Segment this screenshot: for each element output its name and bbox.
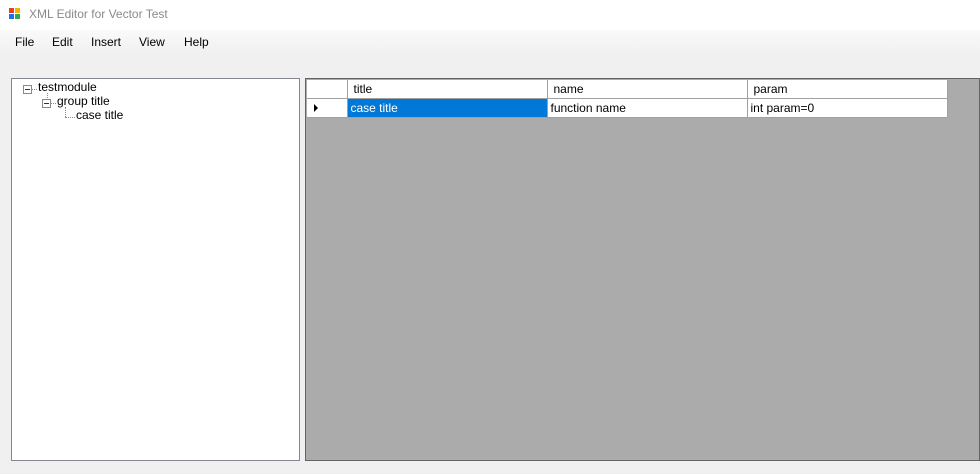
menu-bar: File Edit Insert View Help [0, 30, 980, 54]
cell-name[interactable]: function name [547, 98, 748, 118]
current-row-arrow-icon [314, 104, 318, 112]
cell-title[interactable]: case title [347, 98, 548, 118]
tree-node-testmodule[interactable]: testmodule [38, 80, 97, 94]
title-bar: XML Editor for Vector Test [0, 0, 980, 30]
menu-insert[interactable]: Insert [89, 34, 123, 50]
app-window: XML Editor for Vector Test File Edit Ins… [0, 0, 980, 474]
menu-help[interactable]: Help [182, 34, 211, 50]
row-header[interactable] [307, 98, 348, 118]
column-header-param[interactable]: param [747, 80, 948, 99]
column-header-name[interactable]: name [547, 80, 748, 99]
cell-param[interactable]: int param=0 [747, 98, 948, 118]
data-grid[interactable]: title name param case title function nam… [305, 78, 980, 461]
menu-view[interactable]: View [137, 34, 167, 50]
grid-corner-header[interactable] [307, 80, 348, 99]
grid-table: title name param case title function nam… [307, 80, 948, 118]
collapse-root-icon[interactable] [23, 85, 32, 94]
tree-view[interactable]: testmodule group title case title [11, 78, 300, 461]
column-header-title[interactable]: title [347, 80, 548, 99]
menu-file[interactable]: File [13, 34, 36, 50]
collapse-group-icon[interactable] [42, 99, 51, 108]
menu-edit[interactable]: Edit [50, 34, 75, 50]
app-icon [9, 8, 21, 20]
tree-node-case-title[interactable]: case title [76, 108, 123, 122]
grid-header-row: title name param [307, 80, 948, 99]
window-title: XML Editor for Vector Test [29, 7, 168, 21]
table-row: case title function name int param=0 [307, 98, 948, 118]
tree-node-group-title[interactable]: group title [57, 94, 110, 108]
